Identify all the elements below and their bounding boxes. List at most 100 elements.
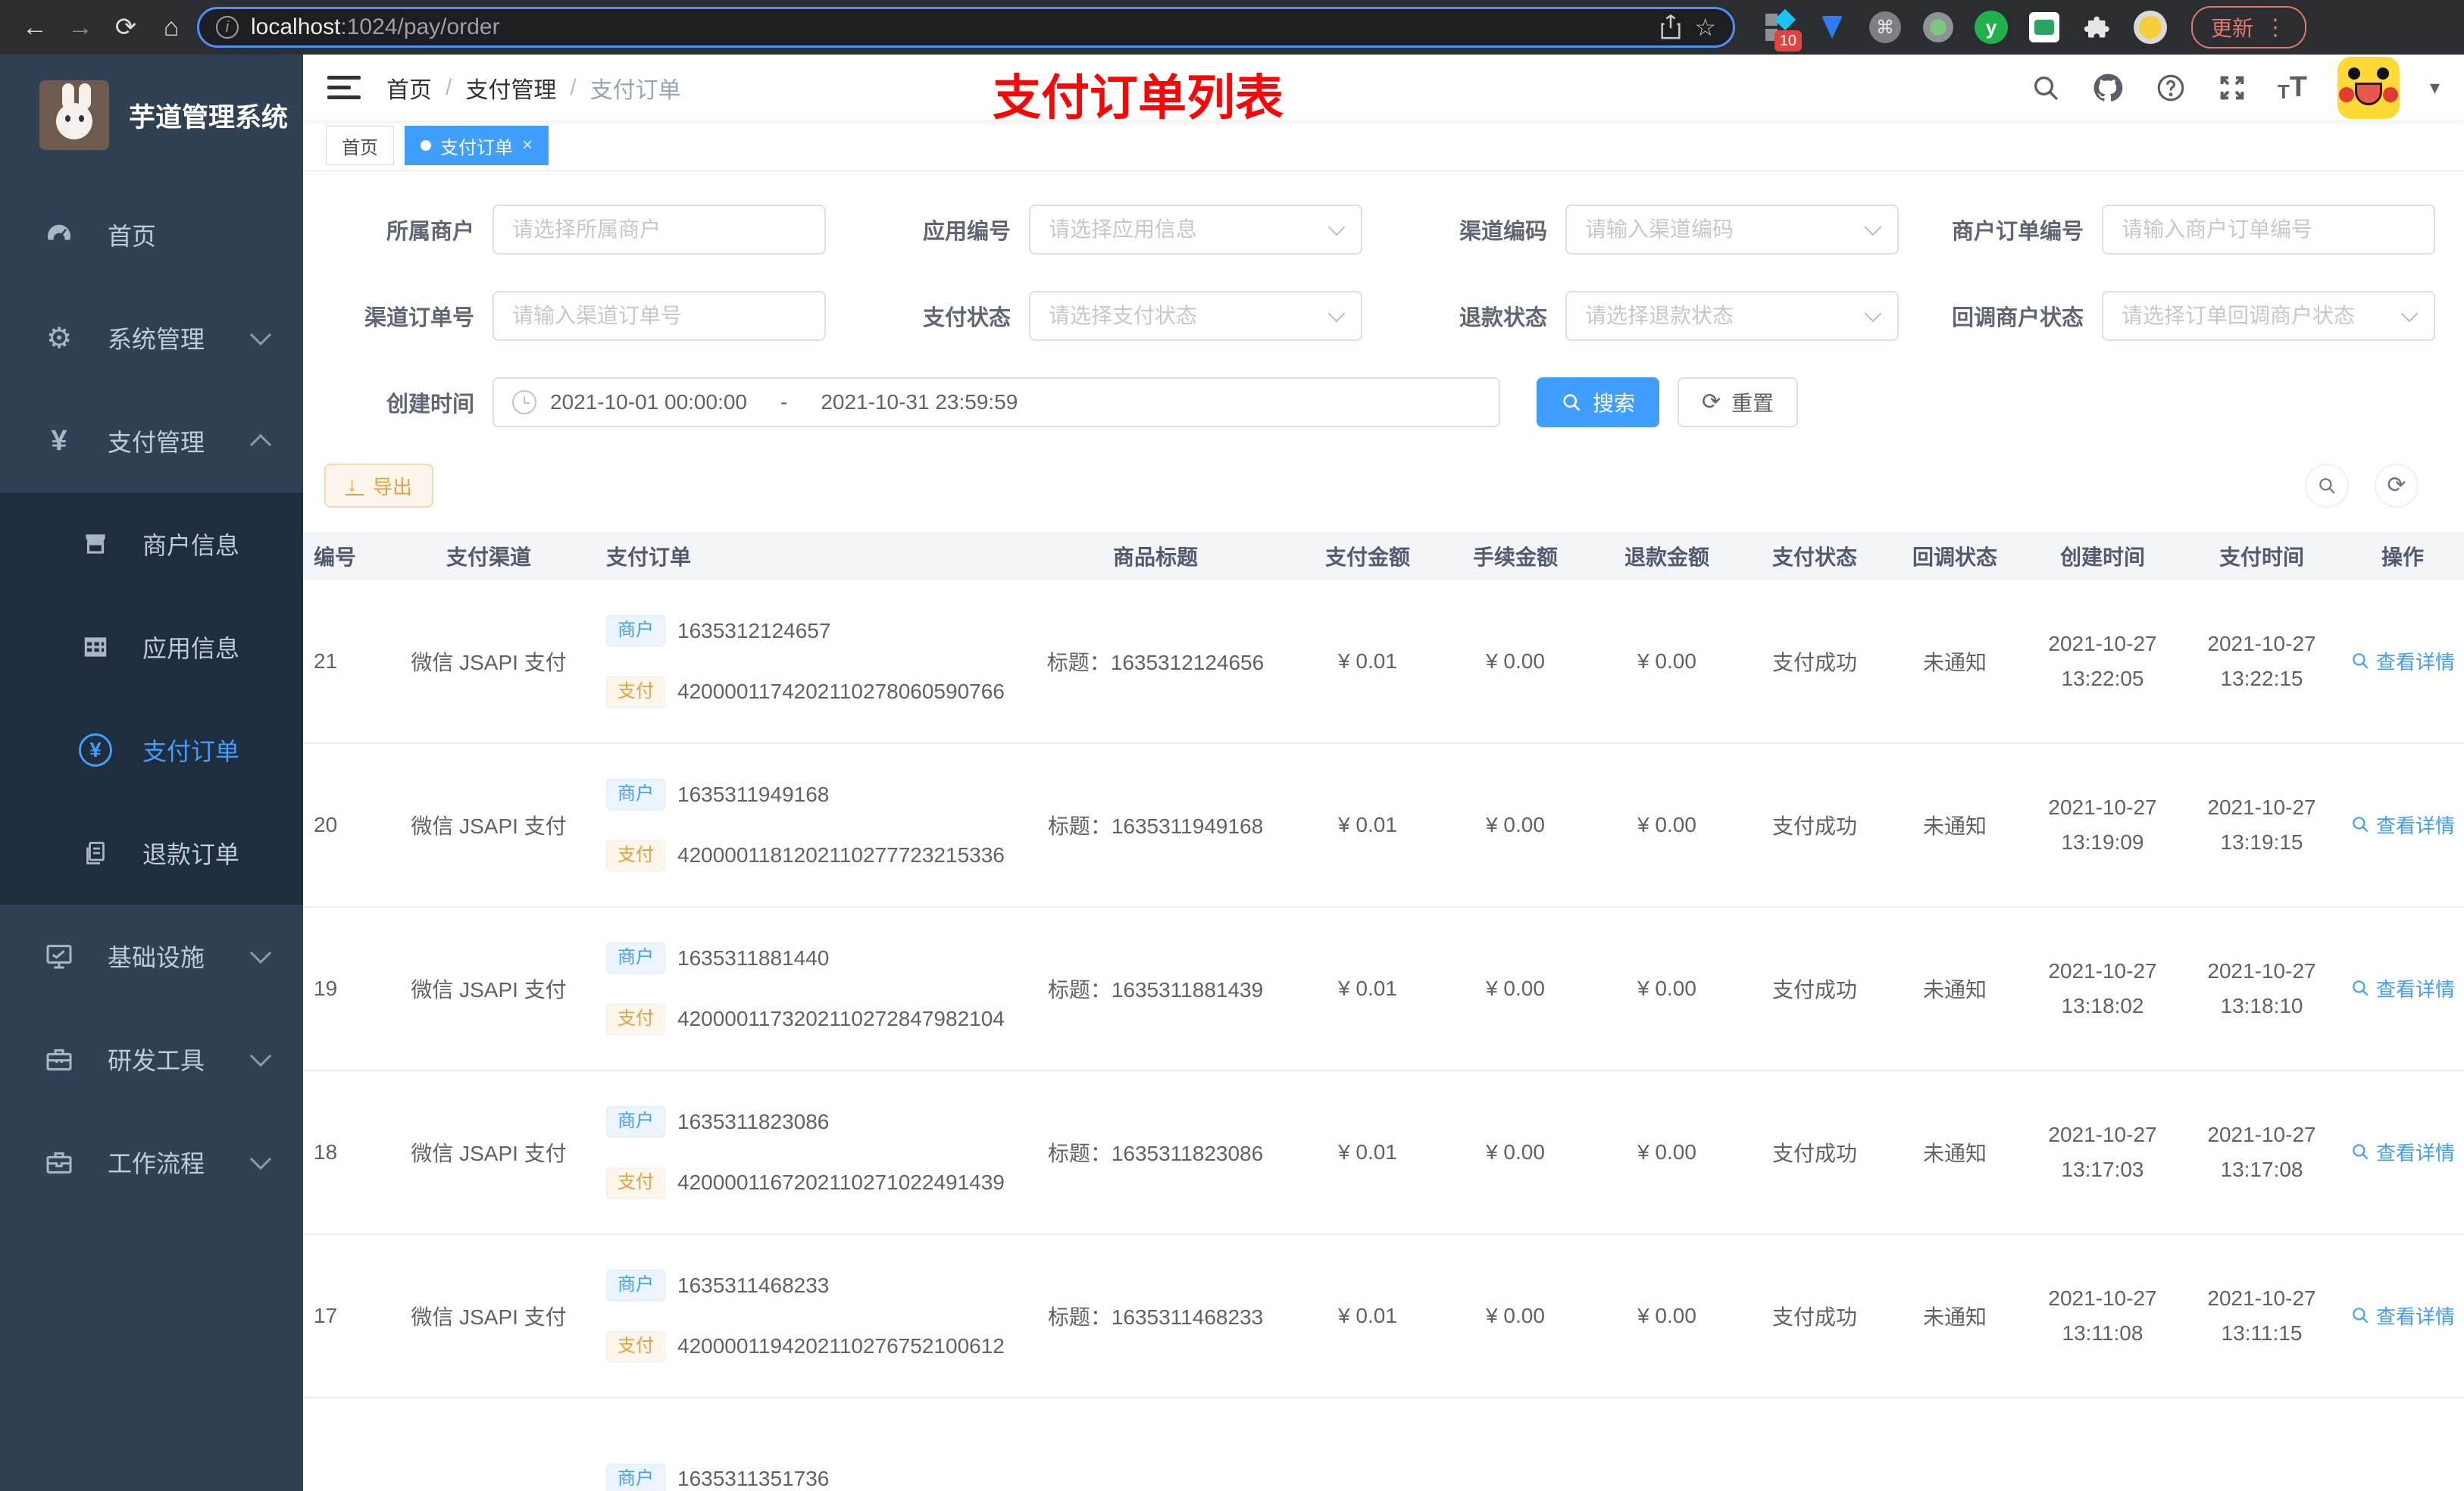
y-extension-icon[interactable]: y [1975,11,2008,44]
extensions-puzzle-icon[interactable] [2081,11,2114,44]
table-body: 21 微信 JSAPI 支付 商户 1635312124657 支付 4200001… [303,580,2464,1399]
sidebar-item-payment[interactable]: ¥ 支付管理 [0,389,303,492]
magnifier-icon [2353,817,2369,833]
tab-home[interactable]: 首页 [326,126,394,166]
tab-pay-order[interactable]: 支付订单 × [405,126,549,166]
table-header-row: 编号 支付渠道 支付订单 商品标题 支付金额 手续金额 退款金额 支付状态 回调… [303,532,2464,580]
yen-circle-icon: ¥ [79,733,112,767]
fullscreen-icon[interactable] [2217,73,2247,103]
col-fee: 手续金额 [1472,545,1558,569]
table-search-toggle-icon[interactable] [2305,464,2349,508]
search-icon[interactable] [2031,73,2061,103]
col-refund: 退款金额 [1624,545,1709,569]
chat-extension-icon[interactable] [2028,11,2061,44]
sidebar-item-workflow[interactable]: 工作流程 [0,1111,303,1214]
sidebar-item-label: 支付订单 [142,738,240,765]
view-detail-link[interactable]: 查看详情 [2350,974,2455,1002]
merchant-order-no: 1635311468233 [677,1273,830,1297]
reset-button[interactable]: ⟳ 重置 [1678,377,1799,427]
sidebar-item-devtools[interactable]: 研发工具 [0,1008,303,1111]
cell-status: 支付成功 [1771,1305,1857,1329]
notify-status-select[interactable] [2102,291,2435,341]
pay-status-select[interactable] [1029,291,1362,341]
sidebar-item-infra[interactable]: 基础设施 [0,905,303,1008]
pay-order-no: 4200001194202110276752100612 [677,1334,1005,1358]
sidebar-item-refund-order[interactable]: 退款订单 [0,802,303,905]
table-refresh-icon[interactable]: ⟳ [2375,464,2419,508]
sidebar-item-label: 首页 [108,223,157,250]
address-bar[interactable]: i localhost:1024/pay/order ☆ [197,7,1735,48]
cell-id: 17 [314,1304,338,1327]
partial-row: 商户 1635311351736 [303,1399,2464,1491]
emoji-extension-icon[interactable] [2134,11,2167,44]
url-path: :1024/pay/order [340,14,500,39]
view-detail-link[interactable]: 查看详情 [2350,647,2455,675]
chevron-down-icon [249,324,272,346]
share-icon[interactable] [1659,14,1682,40]
cell-create-time: 2021-10-27 13:19:09 [2048,796,2157,854]
command-extension-icon[interactable]: ⌘ [1868,11,1902,44]
sidebar-item-app-info[interactable]: 应用信息 [0,595,303,699]
sidebar-item-merchant-info[interactable]: 商户信息 [0,492,303,595]
cell-notify: 未通知 [1922,1305,1987,1329]
url-text[interactable]: localhost:1024/pay/order [251,14,1647,40]
sidebar-toggle-icon[interactable] [327,76,361,100]
cell-refund: ¥ 0.00 [1637,977,1696,1000]
sidebar-item-label: 基础设施 [108,944,205,971]
merchant-tag: 商户 [606,1106,665,1137]
font-size-icon[interactable]: TT [2278,71,2307,104]
cell-pay-time: 2021-10-27 13:11:15 [2207,1286,2316,1345]
avatar-caret-icon[interactable]: ▾ [2430,76,2440,99]
recorder-extension-icon[interactable] [1921,11,1955,44]
home-icon[interactable]: ⌂ [152,8,191,47]
cell-status: 支付成功 [1771,978,1857,1002]
forward-icon[interactable]: → [61,8,100,47]
browser-menu-icon[interactable]: ⋮ [2264,14,2287,41]
view-detail-link[interactable]: 查看详情 [2350,811,2455,839]
site-info-icon[interactable]: i [216,16,239,39]
create-time-range-picker[interactable]: 2021-10-01 00:00:00 - 2021-10-31 23:59:5… [492,377,1500,427]
breadcrumb-payment[interactable]: 支付管理 [465,71,556,105]
reload-icon[interactable]: ⟳ [106,8,145,47]
github-icon[interactable] [2091,71,2125,105]
channel-code-select[interactable] [1565,205,1899,255]
search-button[interactable]: 搜索 [1537,377,1660,427]
user-avatar[interactable] [2337,56,2400,119]
export-button[interactable]: 导出 [324,464,434,508]
col-pay-time: 支付时间 [2219,545,2304,569]
breadcrumb-home[interactable]: 首页 [386,71,432,105]
tab-close-icon[interactable]: × [522,135,533,156]
sidebar-item-system[interactable]: ⚙ 系统管理 [0,286,303,389]
refresh-icon: ⟳ [1702,389,1721,414]
url-host: localhost [251,14,341,39]
sidebar-item-home[interactable]: 首页 [0,183,303,286]
browser-update-button[interactable]: 更新 ⋮ [2191,6,2307,48]
cell-amount: ¥ 0.01 [1338,813,1397,836]
magnifier-icon [2353,1308,2369,1324]
extension-badge: 10 [1774,30,1802,52]
sidebar-item-label: 研发工具 [108,1047,205,1074]
back-icon[interactable]: ← [15,8,55,47]
bookmark-star-icon[interactable]: ☆ [1694,13,1716,42]
page-annotation-title: 支付订单列表 [993,70,1284,125]
tag-views-bar: 首页 支付订单 × [303,120,2464,171]
app-select[interactable] [1029,205,1362,255]
sketch-extension-icon[interactable] [1815,11,1849,44]
tab-manager-extension-icon[interactable]: 10 [1762,8,1802,52]
help-icon[interactable] [2155,72,2187,104]
pay-tag: 支付 [606,677,665,708]
channel-order-input[interactable] [492,291,826,341]
chevron-down-icon [249,1045,272,1067]
pay-order-no: 4200001173202110272847982104 [677,1007,1005,1031]
view-detail-link[interactable]: 查看详情 [2350,1138,2455,1166]
cell-actions: 查看详情 [2341,647,2464,677]
merchant-order-input[interactable] [2102,205,2435,255]
view-detail-link[interactable]: 查看详情 [2350,1302,2455,1330]
chevron-down-icon [249,942,272,964]
sidebar-item-pay-order[interactable]: ¥ 支付订单 [0,699,303,802]
pay-tag: 支付 [606,1167,665,1199]
cell-refund: ¥ 0.00 [1637,813,1696,836]
refund-status-select[interactable] [1565,291,1899,341]
download-icon [346,473,364,496]
merchant-select[interactable] [492,205,826,255]
